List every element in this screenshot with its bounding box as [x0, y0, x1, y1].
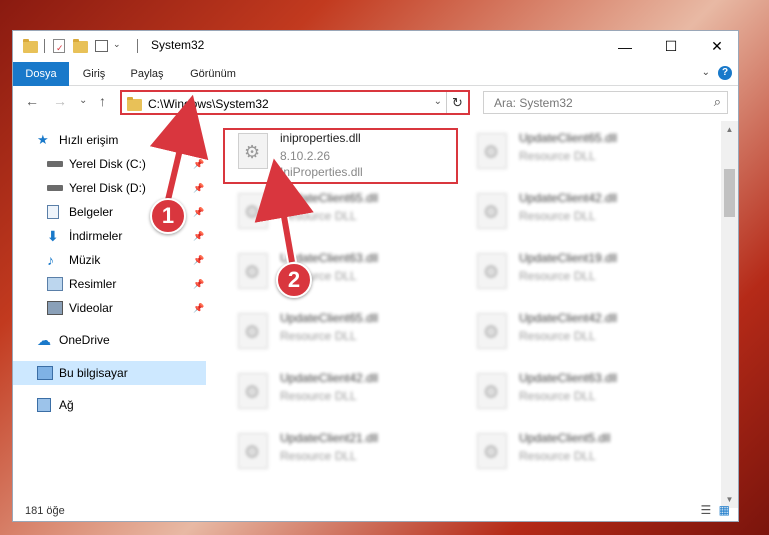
address-path[interactable]: C:\Windows\System32 [148, 97, 269, 111]
pin-icon[interactable]: 📌 [193, 159, 204, 170]
file-highlight-box [223, 128, 458, 184]
new-folder-icon[interactable] [73, 39, 88, 53]
pin-icon[interactable]: 📌 [193, 279, 204, 290]
dll-file-icon [238, 373, 268, 409]
search-box[interactable]: Ara: System32 ⌕ [483, 91, 728, 114]
list-item[interactable]: UpdateClient65.dll Resource DLL [232, 187, 457, 243]
pictures-icon [47, 277, 63, 291]
navigation-bar: ← → ⌄ ↑ C:\Windows\System32 ⌄ ↻ Ara: Sys… [13, 87, 738, 117]
properties-icon[interactable]: ✓ [53, 39, 65, 53]
pin-icon[interactable]: 📌 [193, 303, 204, 314]
search-icon[interactable]: ⌕ [714, 94, 721, 110]
scroll-thumb[interactable] [724, 169, 735, 217]
drive-icon [47, 185, 63, 191]
list-item[interactable]: UpdateClient42.dll Resource DLL [232, 367, 457, 423]
network-icon [37, 398, 51, 412]
list-item[interactable]: UpdateClient63.dll Resource DLL [471, 367, 696, 423]
back-button[interactable]: ← [25, 93, 39, 109]
tab-share[interactable]: Paylaş [125, 62, 169, 86]
list-item[interactable]: UpdateClient65.dll Resource DLL [471, 127, 696, 183]
tab-view[interactable]: Görünüm [183, 62, 243, 86]
address-dropdown-icon[interactable]: ⌄ [434, 96, 442, 107]
dll-file-icon [477, 193, 507, 229]
list-item[interactable]: UpdateClient65.dll Resource DLL [232, 307, 457, 363]
ribbon-tabs: Dosya Giriş Paylaş Görünüm ⌄ ? [13, 62, 738, 86]
list-item[interactable]: UpdateClient42.dll Resource DLL [471, 307, 696, 363]
pin-icon[interactable]: 📌 [193, 255, 204, 266]
scroll-up-icon[interactable]: ▲ [721, 121, 738, 138]
close-button[interactable]: ✕ [694, 31, 740, 62]
dll-file-icon [477, 433, 507, 469]
help-icon[interactable]: ? [718, 66, 732, 80]
step-badge-1: 1 [150, 198, 186, 234]
cloud-icon: ☁ [37, 332, 51, 348]
tiles-view-icon[interactable]: ▦ [719, 503, 730, 517]
dll-file-icon [477, 133, 507, 169]
star-icon: ★ [37, 132, 49, 147]
details-view-icon[interactable]: ☰ [701, 503, 712, 517]
view-toggle[interactable]: ☰ ▦ [701, 503, 730, 517]
item-count: 181 öğe [25, 505, 65, 517]
folder-icon [23, 39, 38, 53]
divider [137, 39, 138, 53]
maximize-button[interactable]: ☐ [648, 31, 694, 62]
search-input[interactable]: Ara: System32 [494, 96, 573, 110]
tab-file[interactable]: Dosya [13, 62, 69, 86]
minimize-button[interactable]: — [602, 31, 648, 62]
music-icon: ♪ [47, 252, 54, 268]
documents-icon [47, 205, 59, 219]
divider [44, 39, 45, 53]
folder-icon [127, 97, 142, 111]
quick-access-dropdown-icon[interactable]: ⌄ [113, 39, 121, 50]
dll-file-icon [477, 373, 507, 409]
drive-icon [47, 161, 63, 167]
explorer-window: ✓ ⌄ System32 — ☐ ✕ Dosya Giriş Paylaş Gö… [12, 30, 739, 522]
list-item[interactable]: UpdateClient42.dll Resource DLL [471, 187, 696, 243]
dll-file-icon [477, 313, 507, 349]
dll-file-icon [238, 313, 268, 349]
refresh-button[interactable]: ↻ [446, 92, 468, 113]
address-bar[interactable]: C:\Windows\System32 ⌄ ↻ [120, 90, 470, 115]
pin-icon[interactable]: 📌 [193, 207, 204, 218]
dll-file-icon [238, 253, 268, 289]
computer-icon [37, 366, 53, 380]
pin-icon[interactable]: 📌 [193, 183, 204, 194]
window-title: System32 [151, 38, 205, 52]
list-item[interactable]: UpdateClient63.dll Resource DLL [232, 247, 457, 303]
videos-icon [47, 301, 63, 315]
dll-file-icon [238, 193, 268, 229]
list-item[interactable]: UpdateClient5.dll Resource DLL [471, 427, 696, 483]
title-bar: ✓ ⌄ System32 — ☐ ✕ [13, 31, 738, 62]
step-badge-2: 2 [276, 262, 312, 298]
list-item[interactable]: UpdateClient21.dll Resource DLL [232, 427, 457, 483]
recent-locations-button[interactable]: ⌄ [79, 95, 87, 106]
up-button[interactable]: ↑ [99, 93, 106, 109]
list-item[interactable]: UpdateClient19.dll Resource DLL [471, 247, 696, 303]
tab-home[interactable]: Giriş [75, 62, 113, 86]
dll-file-icon [477, 253, 507, 289]
customize-icon[interactable] [95, 40, 108, 52]
dll-file-icon [238, 433, 268, 469]
download-icon: ⬇ [47, 228, 59, 244]
forward-button[interactable]: → [53, 93, 67, 109]
pin-icon[interactable]: 📌 [193, 231, 204, 242]
navigation-pane: ★ Hızlı erişim Yerel Disk (C:) Yerel Dis… [13, 121, 206, 501]
ribbon-expand-icon[interactable]: ⌄ [702, 67, 710, 78]
vertical-scrollbar[interactable]: ▲ ▼ [721, 121, 738, 508]
